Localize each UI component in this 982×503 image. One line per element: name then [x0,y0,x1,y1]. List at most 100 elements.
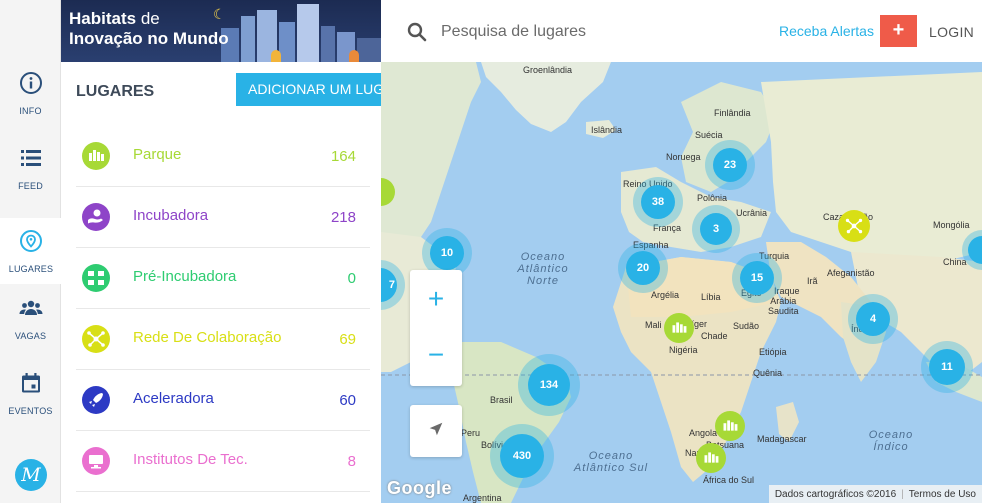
place-row-aceleradora[interactable]: Aceleradora 60 [76,370,370,431]
rail-item-feed[interactable]: FEED [0,133,61,203]
place-count: 8 [347,453,356,470]
map-cluster[interactable]: 430 [490,424,554,488]
map-attribution: Dados cartográficos ©2016 | Termos de Us… [768,485,982,503]
tree-shape [349,50,359,62]
map-label: Líbia [701,292,721,302]
cluster-count: 134 [528,364,570,406]
preincubator-icon [82,264,110,292]
place-name: Parque [133,146,182,163]
map-label: Finlândia [714,108,751,118]
cluster-count: 38 [641,185,675,219]
cluster-count: 15 [740,261,774,295]
cluster-count: 10 [430,236,464,270]
institute-icon [82,447,110,475]
building-shape [241,16,255,62]
world-map[interactable]: Groenlândia Islândia Finlândia Suécia No… [381,62,982,503]
park-pin[interactable] [696,443,726,473]
place-name: Incubadora [133,207,209,224]
calendar-icon [19,371,43,400]
search-icon[interactable] [407,22,427,42]
map-label: Mali [645,320,662,330]
map-cluster[interactable]: 15 [732,253,782,303]
rail-label-eventos: EVENTOS [8,405,53,416]
banner-title-line1-rest: de [140,9,160,28]
place-count: 0 [347,270,356,287]
panel-title: LUGARES [76,83,155,100]
building-shape [297,4,319,62]
people-icon [19,296,43,325]
map-label: Noruega [666,152,701,162]
cluster-count: 7 [381,268,397,302]
map-label: Polônia [697,193,728,203]
map-label: Nigéria [669,345,698,355]
ocean-label: Oceano Índico [868,429,914,453]
search-input[interactable] [441,19,721,45]
place-row-parque[interactable]: Parque 164 [76,126,370,187]
place-row-pre-incubadora[interactable]: Pré-Incubadora 0 [76,248,370,309]
map-cluster[interactable]: 3 [692,205,740,253]
rail-item-eventos[interactable]: EVENTOS [0,358,61,428]
network-icon [82,325,110,353]
cluster-count: 430 [500,434,544,478]
rail-label-info: INFO [19,105,42,116]
banner-title-line1: Habitats [69,9,137,28]
map-cluster[interactable]: 38 [633,177,683,227]
map-cluster[interactable]: 134 [518,354,580,416]
map-label: Argélia [651,290,680,300]
add-button[interactable]: + [880,15,917,47]
place-count: 218 [330,209,356,226]
map-label: Argentina [463,493,502,503]
place-row-institutos[interactable]: Institutos De Tec. 8 [76,431,370,492]
collab-network-pin[interactable] [838,210,870,242]
banner-title: Habitats de Inovação no Mundo [69,9,229,49]
m-logo-icon[interactable]: M [15,459,47,491]
building-shape [357,38,381,62]
cluster-count: 3 [700,213,732,245]
map-label: Groenlândia [523,65,573,75]
place-count: 164 [330,148,356,165]
place-row-rede-de-colaboracao[interactable]: Rede De Colaboração 69 [76,309,370,370]
place-name: Aceleradora [133,390,214,407]
attribution-separator: | [901,488,904,500]
hand-icon [82,203,110,231]
rail-label-lugares: LUGARES [8,263,54,274]
rail-label-vagas: VAGAS [14,330,47,341]
login-link[interactable]: LOGIN [929,24,974,40]
terms-link[interactable]: Termos de Uso [909,489,976,500]
rail-item-vagas[interactable]: VAGAS [0,283,61,353]
cluster-count: 23 [713,148,747,182]
navigation-arrow-icon [427,420,445,443]
map-label: Mongólia [933,220,970,230]
map-label: Irã [807,276,818,286]
map-label: África do Sul [703,475,755,485]
map-label: Quênia [753,368,783,378]
rail-item-info[interactable]: INFO [0,58,61,128]
map-cluster[interactable]: 20 [618,243,668,293]
place-count: 60 [339,392,356,409]
cluster-count: 11 [929,349,965,385]
map-cluster[interactable]: 4 [848,294,898,344]
map-label: Peru [461,428,481,438]
map-label: Ucrânia [736,208,768,218]
left-rail: INFO FEED LUGARES VAGAS EVENTOS M [0,0,62,503]
park-pin[interactable] [715,411,745,441]
map-cluster[interactable]: 23 [705,140,755,190]
receive-alerts-link[interactable]: Receba Alertas [779,23,874,39]
park-icon [82,142,110,170]
map-label: Angola [689,428,718,438]
zoom-in-button[interactable]: + [410,270,462,328]
map-label: Arábia Saudita [768,296,799,316]
place-name: Institutos De Tec. [133,451,248,468]
rail-item-lugares[interactable]: LUGARES [0,218,62,284]
place-row-incubadora[interactable]: Incubadora 218 [76,187,370,248]
park-pin[interactable] [664,313,694,343]
zoom-out-button[interactable]: − [410,328,462,386]
place-name: Pré-Incubadora [133,268,237,285]
locate-button[interactable] [410,405,462,457]
map-label: Etiópia [759,347,787,357]
map-label: Afeganistão [827,268,875,278]
add-place-button[interactable]: ADICIONAR UM LUGAR [236,73,381,106]
cluster-count: 20 [626,251,660,285]
map-cluster[interactable]: 11 [921,341,973,393]
map-label: Madagascar [757,434,807,444]
